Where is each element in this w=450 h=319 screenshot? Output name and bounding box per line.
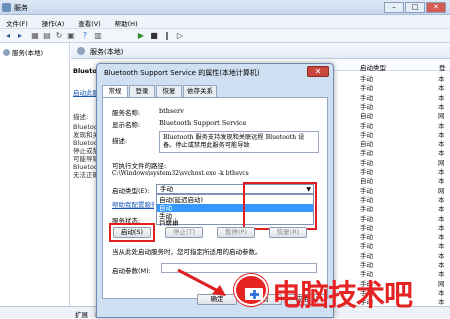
row-login: 本地系统	[438, 168, 445, 175]
menu-view[interactable]: 查看(V)	[72, 15, 107, 28]
watermark-text: 电脑技术吧	[272, 278, 413, 312]
row-login: 本地系统	[438, 93, 445, 101]
gear-icon	[77, 47, 85, 55]
highlight-start-button	[109, 223, 155, 242]
service-name-label: 服务名称:	[112, 109, 141, 117]
window-title: 服务	[14, 4, 28, 12]
properties-icon[interactable]: ▥	[93, 31, 103, 41]
menu-help[interactable]: 帮助(H)	[109, 15, 144, 28]
tree-node-services-local[interactable]: 服务(本地)	[3, 47, 43, 57]
console-tree-icon[interactable]: ▦	[30, 31, 40, 41]
watermark: 电脑技术吧	[232, 270, 450, 312]
row-login: 本地系统	[438, 195, 445, 203]
dialog-title: Bluetooth Support Service 的属性(本地计算机)	[104, 69, 260, 77]
export-icon[interactable]: ▣	[66, 31, 76, 41]
toolbar: ◂ ▸ ▦ ▤ ↻ ▣ ? ▥ ▶ ■ ‖ ▷	[0, 29, 450, 43]
status-value: 已停止	[159, 217, 179, 225]
row-login: 本地服务	[438, 149, 445, 157]
row-login: 本地服务	[438, 130, 445, 138]
gear-icon	[3, 49, 10, 56]
row-login: 网络服务	[438, 186, 445, 194]
pane-header: 服务(本地)	[71, 43, 450, 59]
row-login: 本地服务	[438, 242, 445, 250]
display-name-label: 显示名称:	[112, 121, 141, 129]
tab-recovery[interactable]: 恢复	[156, 85, 182, 97]
exe-path-label: 可执行文件的路径:	[112, 162, 167, 170]
highlight-startup-box	[243, 182, 317, 230]
forward-icon[interactable]: ▸	[15, 31, 25, 41]
row-login: 本地服务	[438, 223, 445, 231]
minimize-button[interactable]: –	[384, 2, 404, 13]
row-login: 本地系统	[438, 75, 445, 82]
view-icon[interactable]: ▤	[42, 31, 52, 41]
row-login: 本地系统	[438, 177, 445, 185]
help-startup-link[interactable]: 帮助我配置服务启动选项。	[112, 199, 154, 209]
help-icon[interactable]: ?	[80, 31, 90, 41]
row-login: 本地服务	[438, 205, 445, 213]
stop-icon[interactable]: ■	[149, 31, 159, 41]
pointer-arrow-icon	[177, 268, 226, 296]
tab-dependencies[interactable]: 依存关系	[183, 85, 217, 97]
maximize-button[interactable]: □	[405, 2, 425, 13]
back-icon[interactable]: ◂	[3, 31, 13, 41]
watermark-logo-icon	[234, 274, 268, 306]
pause-button[interactable]: 暂停(P)	[217, 227, 255, 238]
row-login: 本地服务	[438, 261, 445, 268]
col-startup-type[interactable]: 启动类型	[360, 62, 386, 72]
row-login: 网络服务	[438, 112, 445, 120]
menu-file[interactable]: 文件(F)	[0, 15, 34, 28]
menu-bar: 文件(F) 操作(A) 查看(V) 帮助(H)	[0, 15, 450, 29]
row-login: 本地系统	[438, 140, 445, 148]
play-icon[interactable]: ▶	[136, 31, 146, 41]
description-box: Bluetooth 服务支持发现和关联远程 Bluetooth 设备。停止或禁用…	[159, 131, 319, 153]
description-label: 描述:	[112, 137, 128, 145]
display-name-value: Bluetooth Support Service	[159, 119, 247, 127]
exe-path-value: C:\Windows\system32\svchost.exe -k bthsv…	[112, 170, 249, 177]
params-label: 启动参数(M):	[112, 267, 151, 275]
tab-logon[interactable]: 登录	[129, 85, 155, 97]
row-login: 本地系统	[438, 233, 445, 241]
col-login[interactable]: 登	[439, 62, 446, 72]
dialog-close-button[interactable]: ✕	[307, 66, 329, 77]
row-login: 本地系统	[438, 121, 445, 129]
console-tree: 服务(本地)	[0, 43, 70, 306]
services-app-icon	[2, 3, 11, 12]
row-login: 本地系统	[438, 102, 445, 110]
pane-title: 服务(本地)	[90, 48, 124, 56]
startup-type-label: 启动类型(E):	[112, 187, 150, 195]
row-login: 网络服务	[438, 158, 445, 166]
resume-button[interactable]: 恢复(R)	[269, 227, 307, 238]
restart-icon[interactable]: ▷	[175, 31, 185, 41]
pause-icon[interactable]: ‖	[162, 31, 172, 41]
refresh-icon[interactable]: ↻	[54, 31, 64, 41]
menu-action[interactable]: 操作(A)	[36, 15, 71, 28]
list-header: 启动类型 登	[318, 59, 450, 72]
window-titlebar: 服务 – □ ✕	[0, 0, 450, 15]
service-name-value: bthserv	[159, 107, 184, 115]
params-hint: 当从此处启动服务时，您可指定所适用的启动参数。	[112, 248, 262, 256]
row-login: 本地系统	[438, 251, 445, 259]
stop-button[interactable]: 停止(T)	[165, 227, 203, 238]
close-button[interactable]: ✕	[426, 2, 446, 13]
row-login: 本地系统	[438, 214, 445, 222]
row-login: 本地服务	[438, 84, 445, 92]
status-bar	[0, 306, 71, 318]
